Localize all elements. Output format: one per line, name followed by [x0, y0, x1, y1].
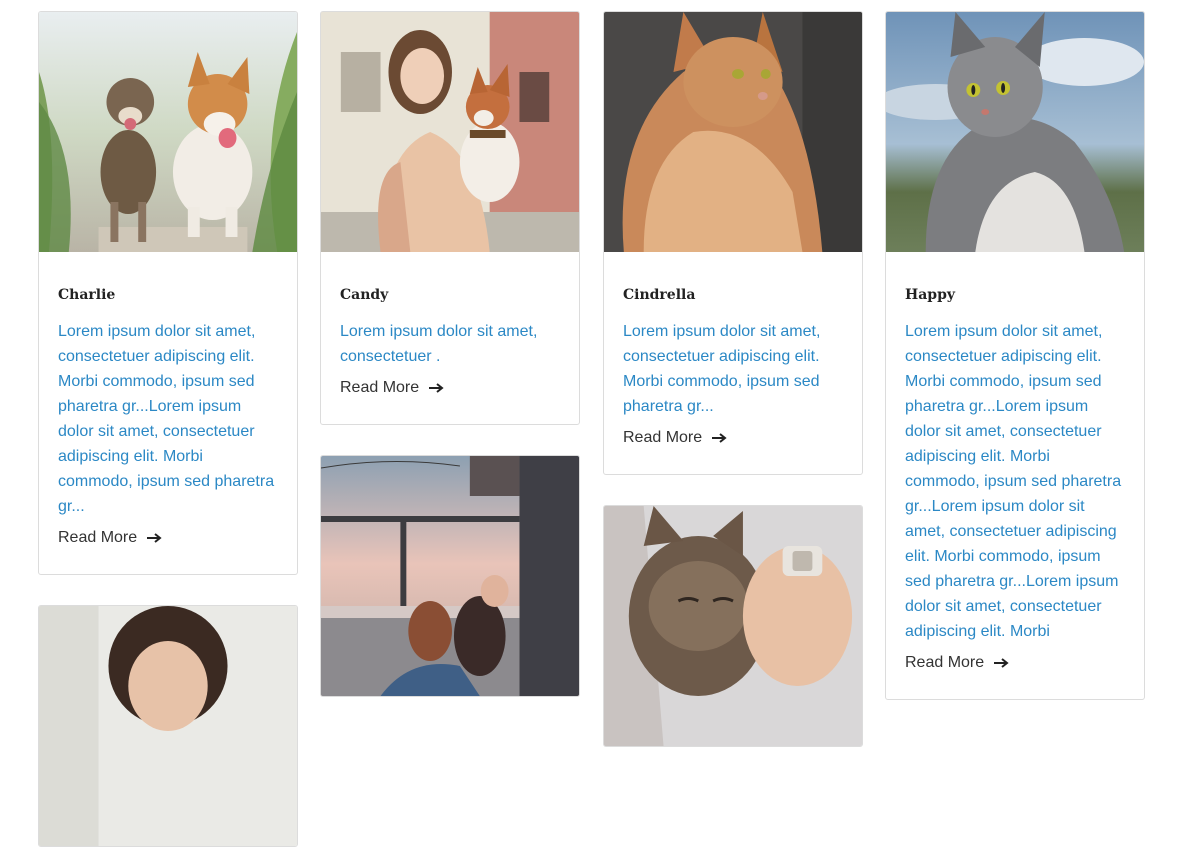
read-more-label: Read More: [905, 654, 985, 671]
pet-card-happy: Happy Lorem ipsum dolor sit amet, consec…: [885, 11, 1145, 700]
woman-portrait-photo: [39, 606, 297, 846]
pet-card-partial: [38, 605, 298, 847]
read-more-link[interactable]: Read More: [58, 528, 163, 548]
read-more-link[interactable]: Read More: [340, 378, 445, 398]
card-title: Charlie: [58, 287, 116, 303]
arrow-right-icon: [429, 383, 444, 393]
read-more-label: Read More: [58, 529, 138, 546]
two-dogs-running-photo: [39, 12, 297, 252]
card-description[interactable]: Lorem ipsum dolor sit amet, consectetuer…: [340, 319, 560, 369]
woman-kissing-dog-photo: [321, 456, 579, 696]
woman-holding-dog-photo: [321, 12, 579, 252]
pet-card-candy: Candy Lorem ipsum dolor sit amet, consec…: [320, 11, 580, 425]
read-more-label: Read More: [340, 379, 420, 396]
read-more-link[interactable]: Read More: [905, 653, 1010, 673]
pet-card-partial: [603, 505, 863, 747]
arrow-right-icon: [147, 533, 162, 543]
grey-cat-photo: [886, 12, 1144, 252]
read-more-label: Read More: [623, 429, 703, 446]
card-description[interactable]: Lorem ipsum dolor sit amet, consectetuer…: [905, 319, 1125, 644]
tabby-cat-in-arms-photo: [604, 506, 862, 746]
arrow-right-icon: [712, 433, 727, 443]
pet-card-cindrella: Cindrella Lorem ipsum dolor sit amet, co…: [603, 11, 863, 475]
read-more-link[interactable]: Read More: [623, 428, 728, 448]
card-description[interactable]: Lorem ipsum dolor sit amet, consectetuer…: [623, 319, 843, 419]
card-description[interactable]: Lorem ipsum dolor sit amet, consectetuer…: [58, 319, 278, 519]
card-title: Happy: [905, 287, 956, 303]
arrow-right-icon: [994, 658, 1009, 668]
card-title: Candy: [340, 287, 389, 303]
orange-cat-photo: [604, 12, 862, 252]
pet-card-charlie: Charlie Lorem ipsum dolor sit amet, cons…: [38, 11, 298, 575]
pet-card-partial: [320, 455, 580, 697]
card-title: Cindrella: [623, 287, 696, 303]
